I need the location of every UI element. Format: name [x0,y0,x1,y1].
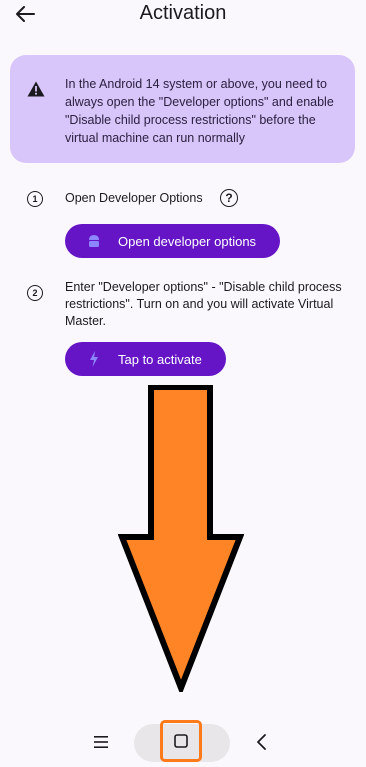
warning-triangle-icon [27,81,45,97]
step-1-text: Open Developer Options [65,191,203,205]
back-chevron-icon[interactable] [255,734,267,750]
step-2-text: Enter "Developer options" - "Disable chi… [65,280,342,328]
lightning-icon [87,351,101,367]
page-title: Activation [139,2,227,24]
tap-to-activate-button[interactable]: Tap to activate [65,342,226,376]
question-circle-icon[interactable]: ? [220,189,238,207]
step-number-2: 2 [27,285,43,301]
step-number-1: 1 [27,191,43,207]
app-bar: Activation [0,0,366,30]
home-square-icon [174,734,188,748]
tap-to-activate-label: Tap to activate [118,351,202,367]
down-arrow-icon [118,385,244,692]
system-nav-bar [0,720,366,767]
warning-text: In the Android 14 system or above, you n… [65,77,334,145]
warning-card: In the Android 14 system or above, you n… [10,55,355,163]
android-icon [87,233,101,249]
open-developer-options-button[interactable]: Open developer options [65,224,280,258]
open-developer-options-label: Open developer options [118,233,257,249]
menu-icon[interactable] [94,736,108,748]
home-button[interactable] [160,720,202,762]
